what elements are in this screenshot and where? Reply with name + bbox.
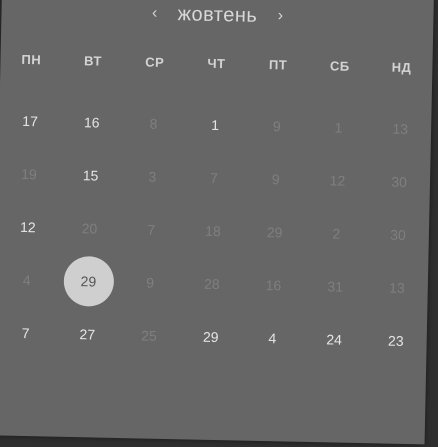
day-cell[interactable]: 20 [58, 201, 121, 255]
day-grid: 17 16 8 1 9 1 13 19 15 3 7 9 12 30 12 20 7 18 29 2 30 4 29 9 28 1… [0, 93, 432, 367]
day-number: 2 [332, 224, 341, 242]
day-number: 9 [146, 274, 155, 291]
day-number: 31 [327, 277, 344, 295]
day-cell[interactable]: 29 [243, 205, 306, 259]
day-cell[interactable]: 29 [179, 309, 242, 363]
day-cell[interactable]: 4 [0, 252, 58, 306]
day-number: 30 [390, 226, 407, 243]
day-cell[interactable]: 27 [56, 307, 119, 361]
selected-day-cell[interactable]: 29 [57, 254, 120, 308]
day-number: 18 [205, 222, 221, 239]
day-number: 19 [21, 165, 37, 182]
day-cell[interactable]: 7 [120, 202, 183, 256]
day-cell[interactable]: 1 [184, 97, 247, 151]
day-number: 1 [211, 116, 220, 133]
day-cell[interactable]: 12 [0, 199, 59, 253]
weekday-label: ЧТ [207, 55, 226, 72]
day-cell[interactable]: 3 [121, 149, 184, 203]
day-cell[interactable]: 9 [244, 152, 307, 206]
weekday-label: СР [145, 54, 165, 70]
day-cell[interactable]: 15 [59, 148, 122, 202]
day-cell[interactable]: 31 [304, 259, 367, 313]
day-number: 16 [83, 113, 100, 131]
day-number: 13 [392, 120, 409, 137]
day-cell[interactable]: 25 [118, 308, 181, 362]
stage: ‹ жовтень › ПН ВТ СР ЧТ ПТ СБ НД 17 16 8 1 9… [0, 0, 438, 447]
day-number: 7 [147, 221, 156, 238]
day-number: 3 [148, 168, 157, 185]
day-cell[interactable]: 30 [367, 207, 430, 261]
weekday-header-row: ПН ВТ СР ЧТ ПТ СБ НД [0, 51, 432, 75]
day-number: 15 [82, 166, 99, 184]
day-cell[interactable]: 18 [182, 203, 245, 257]
weekday-label: СБ [329, 58, 350, 74]
day-number: 16 [265, 276, 282, 293]
day-cell[interactable]: 4 [241, 311, 304, 365]
day-cell[interactable]: 16 [60, 95, 123, 149]
chevron-right-icon[interactable]: › [271, 7, 289, 24]
day-number: 23 [387, 332, 404, 349]
month-title: жовтень [177, 2, 258, 27]
day-number: 7 [21, 324, 30, 341]
day-cell[interactable]: 19 [0, 146, 60, 200]
day-number: 4 [268, 329, 277, 346]
day-number: 4 [22, 271, 31, 288]
day-number: 9 [271, 170, 280, 187]
day-cell[interactable]: 30 [368, 154, 431, 208]
day-number: 29 [266, 223, 283, 240]
weekday-label: ПН [21, 51, 42, 68]
calendar-header: ‹ жовтень › [1, 0, 434, 37]
day-cell[interactable]: 1 [307, 100, 370, 154]
day-cell[interactable]: 9 [245, 99, 308, 153]
day-cell[interactable]: 13 [369, 101, 432, 155]
weekday-label: ПТ [268, 57, 288, 73]
day-cell[interactable]: 9 [119, 255, 182, 309]
day-number: 30 [391, 173, 408, 190]
day-number: 8 [149, 115, 158, 132]
day-number: 7 [210, 169, 219, 186]
day-cell[interactable]: 24 [303, 312, 366, 366]
day-cell[interactable]: 28 [180, 256, 243, 310]
day-cell[interactable]: 2 [305, 206, 368, 260]
day-number: 24 [326, 330, 343, 348]
day-number: 1 [334, 118, 343, 136]
day-cell[interactable]: 7 [183, 150, 246, 204]
day-number: 20 [81, 219, 98, 237]
chevron-left-icon[interactable]: ‹ [145, 5, 163, 22]
day-cell[interactable]: 17 [0, 93, 61, 147]
day-number: 28 [203, 275, 220, 292]
day-cell[interactable]: 23 [364, 313, 427, 367]
day-number: 29 [80, 272, 97, 290]
day-number: 25 [141, 326, 157, 344]
weekday-label: ВТ [83, 53, 103, 69]
day-cell[interactable]: 7 [0, 305, 57, 359]
day-number: 27 [79, 325, 96, 343]
day-cell[interactable]: 16 [242, 258, 305, 312]
day-cell[interactable]: 12 [306, 153, 369, 207]
weekday-label: НД [391, 59, 412, 76]
day-number: 12 [329, 171, 346, 189]
day-number: 29 [202, 328, 219, 345]
day-number: 12 [19, 218, 36, 235]
day-number: 17 [22, 112, 39, 129]
day-number: 9 [272, 117, 281, 134]
day-cell[interactable]: 13 [366, 260, 429, 314]
day-number: 13 [388, 279, 405, 296]
calendar-card: ‹ жовтень › ПН ВТ СР ЧТ ПТ СБ НД 17 16 8 1 9… [0, 0, 434, 445]
day-cell[interactable]: 8 [122, 96, 185, 150]
